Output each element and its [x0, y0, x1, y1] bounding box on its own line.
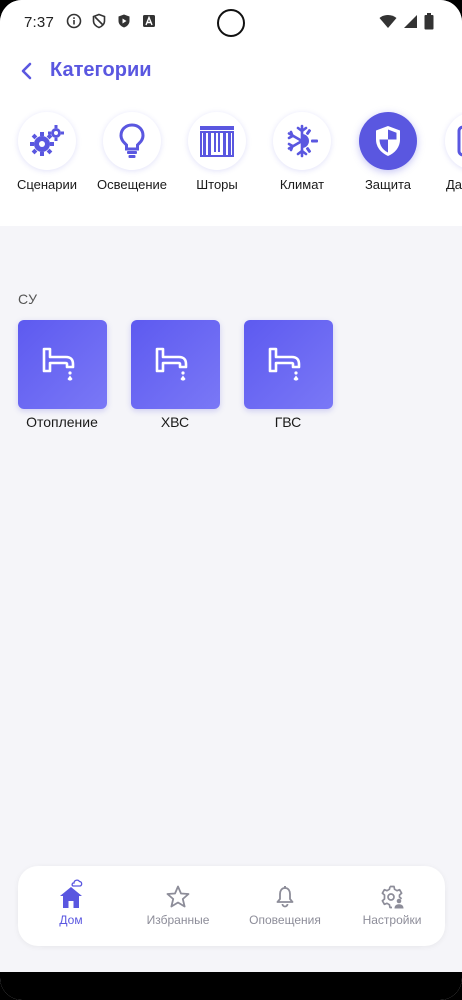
- device-label: ХВС: [160, 414, 190, 430]
- category-lighting[interactable]: Освещение: [89, 112, 175, 192]
- shield-icon: [376, 126, 400, 156]
- category-circle: [18, 112, 76, 170]
- faucet-icon: [268, 347, 301, 381]
- lightbulb-icon: [119, 123, 145, 158]
- category-circle: [445, 112, 462, 170]
- star-icon: [166, 885, 190, 908]
- curtains-icon: [200, 126, 234, 157]
- nav-label: Избранные: [146, 913, 210, 927]
- category-circle-active: [359, 112, 417, 170]
- faucet-icon: [42, 347, 75, 381]
- category-label: Защита: [364, 177, 412, 192]
- category-sensors[interactable]: Да: [430, 112, 462, 192]
- category-label: Климат: [279, 177, 325, 192]
- device-label: ГВС: [274, 414, 302, 430]
- status-left-icons: [66, 13, 157, 29]
- app-screen: 7:37 Категории Сценарии Освещение Шторы …: [0, 0, 462, 1000]
- home-icon: [60, 879, 83, 908]
- status-time: 7:37: [24, 14, 54, 31]
- category-climate[interactable]: Климат: [259, 112, 345, 192]
- nav-home[interactable]: Дом: [18, 866, 124, 946]
- status-right-icons: [379, 13, 434, 35]
- a-badge-icon: [141, 13, 157, 29]
- category-carousel[interactable]: Сценарии Освещение Шторы Климат Защита Д…: [0, 112, 462, 202]
- category-scenarios[interactable]: Сценарии: [4, 112, 90, 192]
- device-label: Отопление: [26, 414, 98, 430]
- settings-user-icon: [381, 885, 404, 909]
- battery-icon: [424, 13, 434, 35]
- nav-notifications[interactable]: Оповещения: [232, 866, 338, 946]
- category-security[interactable]: Защита: [345, 112, 431, 192]
- category-label: Освещение: [96, 177, 168, 192]
- category-circle: [103, 112, 161, 170]
- signal-icon: [403, 14, 418, 34]
- nav-label: Настройки: [362, 913, 422, 927]
- device-tile: [130, 320, 220, 409]
- play-shield-icon: [116, 13, 132, 29]
- section-title: СУ: [18, 291, 38, 307]
- category-label: Шторы: [196, 177, 238, 192]
- faucet-icon: [155, 347, 188, 381]
- category-label: Да: [446, 177, 462, 192]
- device-tile: [17, 320, 107, 409]
- device-tile-cold-water[interactable]: ХВС: [130, 320, 220, 430]
- nav-label: Дом: [59, 913, 83, 927]
- bottom-navigation: Дом Избранные Оповещения Настройки: [18, 866, 445, 946]
- category-circle: [273, 112, 331, 170]
- climate-icon: [287, 124, 318, 158]
- category-circle: [188, 112, 246, 170]
- info-icon: [66, 13, 82, 29]
- status-bar: 7:37: [0, 0, 462, 44]
- sensor-icon: [457, 125, 462, 157]
- nav-favorites[interactable]: Избранные: [125, 866, 231, 946]
- page-title: Категории: [50, 59, 152, 81]
- gears-icon: [30, 125, 64, 156]
- system-nav-bar: [0, 972, 462, 1000]
- camera-cutout: [217, 9, 245, 37]
- device-tile-hot-water[interactable]: ГВС: [243, 320, 333, 430]
- chevron-left-icon: [21, 62, 32, 80]
- shield-outline-icon: [91, 13, 107, 29]
- bell-icon: [276, 886, 294, 908]
- back-button[interactable]: [14, 58, 40, 84]
- category-label: Сценарии: [16, 177, 78, 192]
- category-curtains[interactable]: Шторы: [174, 112, 260, 192]
- app-header: Категории: [0, 50, 462, 94]
- wifi-icon: [379, 14, 397, 34]
- nav-label: Оповещения: [249, 913, 321, 927]
- device-tile-heating[interactable]: Отопление: [17, 320, 107, 430]
- device-tile: [243, 320, 333, 409]
- nav-settings[interactable]: Настройки: [339, 866, 445, 946]
